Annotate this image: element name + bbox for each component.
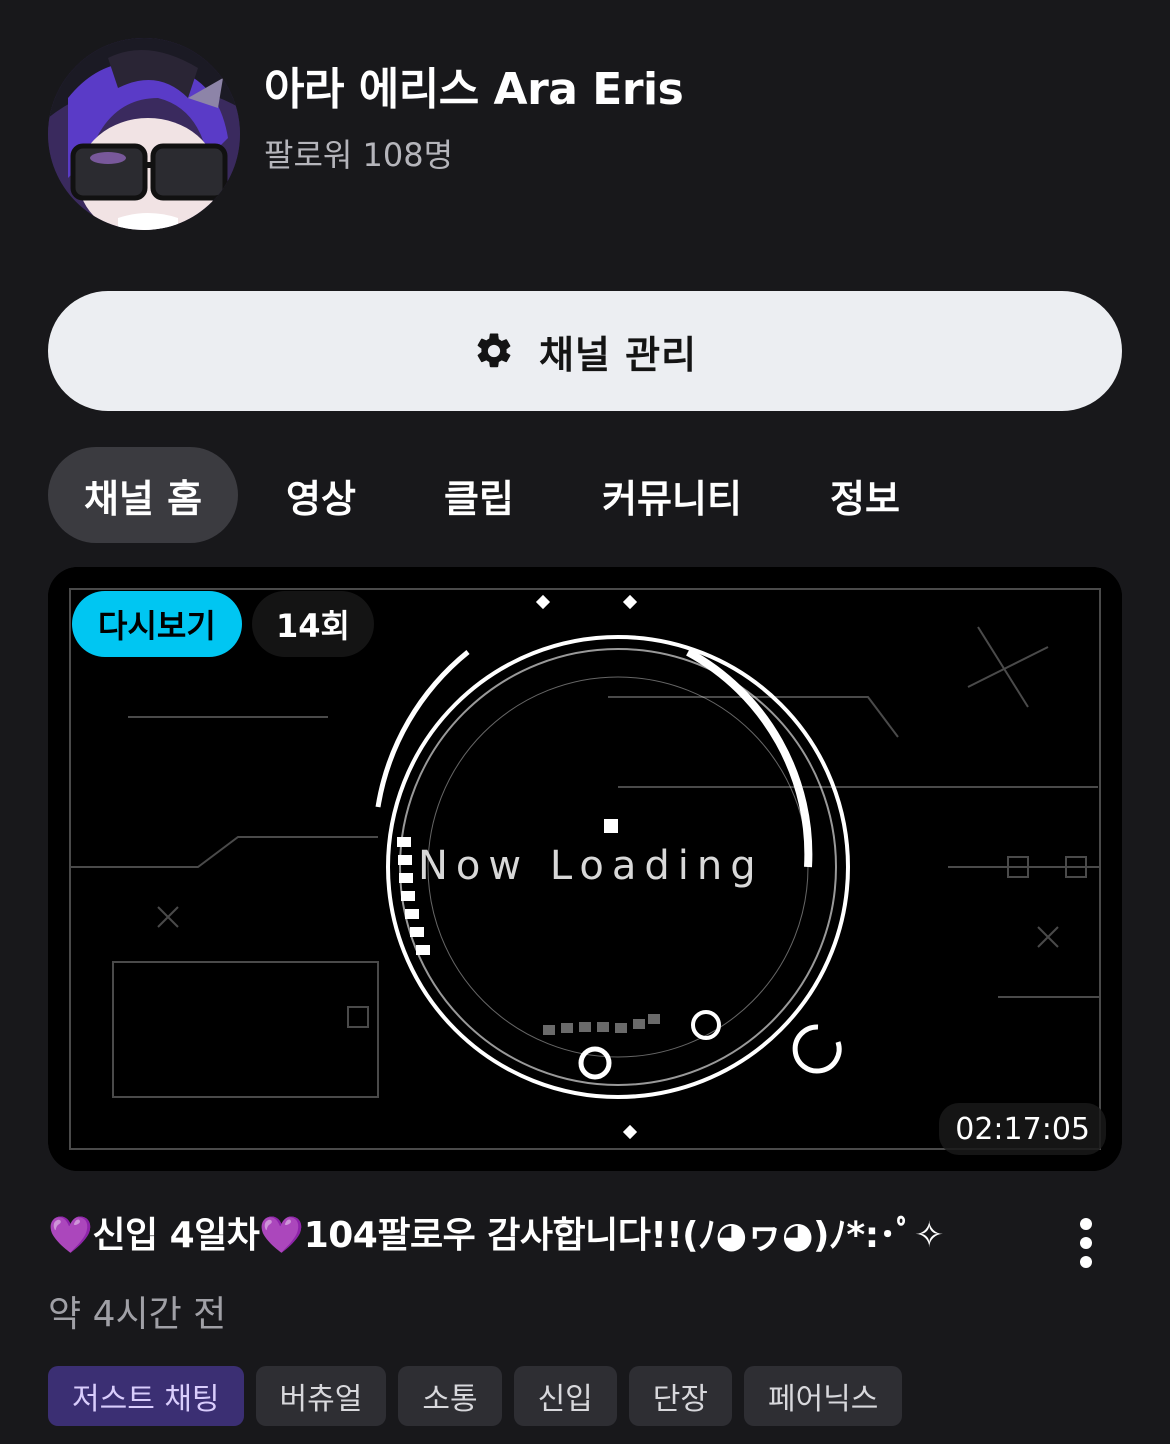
tab-videos[interactable]: 영상	[238, 447, 404, 543]
tag-item[interactable]: 단장	[628, 1366, 732, 1426]
upload-time: 약 4시간 전	[48, 1294, 227, 1335]
replay-badge: 다시보기	[72, 591, 242, 657]
channel-name: 아라 에리스 Ara Eris	[264, 63, 684, 115]
channel-page: 아라 에리스 Ara Eris 팔로워 108명 채널 관리 채널 홈 영상 클…	[0, 0, 1170, 1444]
video-thumbnail[interactable]: Now Loading 다시보기 14회 02:17:05	[48, 567, 1122, 1171]
tab-home[interactable]: 채널 홈	[48, 447, 238, 543]
channel-tabs: 채널 홈 영상 클립 커뮤니티 정보	[48, 447, 940, 543]
manage-channel-label: 채널 관리	[538, 332, 698, 377]
category-tag[interactable]: 저스트 채팅	[48, 1366, 244, 1426]
tag-item[interactable]: 버츄얼	[255, 1366, 387, 1426]
tab-clips[interactable]: 클립	[404, 447, 554, 543]
video-title[interactable]: 💜신입 4일차💜104팔로우 감사합니다!!(ﾉ◕ヮ◕)ﾉ*:･ﾟ✧	[48, 1206, 1008, 1258]
channel-info: 아라 에리스 Ara Eris 팔로워 108명	[264, 63, 684, 177]
tab-community[interactable]: 커뮤니티	[554, 447, 790, 543]
tag-item[interactable]: 페어닉스	[743, 1366, 903, 1426]
tag-list: 저스트 채팅 버츄얼 소통 신입 단장 페어닉스	[48, 1366, 914, 1426]
now-loading-text: Now Loading	[418, 843, 764, 889]
view-count-badge: 14회	[252, 591, 374, 657]
tab-info[interactable]: 정보	[790, 447, 940, 543]
follower-count: 팔로워 108명	[264, 136, 454, 175]
gear-icon	[473, 330, 515, 372]
channel-header: 아라 에리스 Ara Eris 팔로워 108명	[48, 38, 684, 230]
avatar[interactable]	[48, 38, 240, 230]
tag-item[interactable]: 소통	[398, 1366, 502, 1426]
more-options-icon[interactable]	[1060, 1208, 1112, 1278]
tag-item[interactable]: 신입	[513, 1366, 617, 1426]
video-duration: 02:17:05	[939, 1103, 1106, 1155]
manage-channel-button[interactable]: 채널 관리	[48, 291, 1122, 411]
